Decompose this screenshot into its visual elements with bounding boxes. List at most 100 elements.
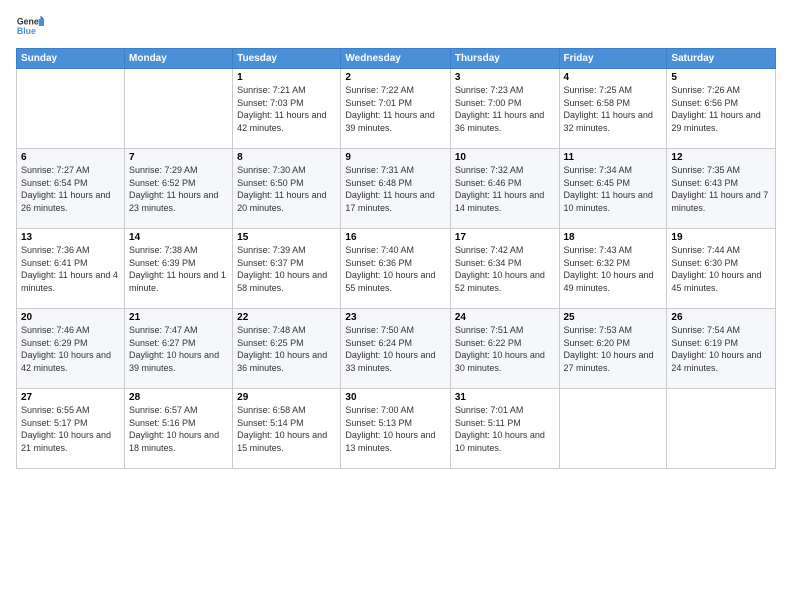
day-info: Sunrise: 7:00 AM <box>345 404 445 417</box>
day-info: Sunset: 6:25 PM <box>237 337 336 350</box>
day-info: Sunrise: 7:29 AM <box>129 164 228 177</box>
day-info: Daylight: 10 hours and 33 minutes. <box>345 349 445 374</box>
day-number: 6 <box>21 152 120 163</box>
day-number: 15 <box>237 232 336 243</box>
day-number: 5 <box>671 72 771 83</box>
day-info: Sunset: 7:01 PM <box>345 97 445 110</box>
day-number: 11 <box>564 152 663 163</box>
day-info: Sunset: 5:14 PM <box>237 417 336 430</box>
day-info: Sunset: 6:29 PM <box>21 337 120 350</box>
day-number: 4 <box>564 72 663 83</box>
day-info: Sunrise: 7:51 AM <box>455 324 555 337</box>
calendar-cell: 5Sunrise: 7:26 AMSunset: 6:56 PMDaylight… <box>667 69 776 149</box>
day-info: Sunrise: 7:31 AM <box>345 164 445 177</box>
day-info: Sunrise: 7:30 AM <box>237 164 336 177</box>
day-number: 2 <box>345 72 445 83</box>
day-number: 31 <box>455 392 555 403</box>
day-info: Sunrise: 7:32 AM <box>455 164 555 177</box>
calendar-cell: 14Sunrise: 7:38 AMSunset: 6:39 PMDayligh… <box>125 229 233 309</box>
day-info: Sunset: 6:39 PM <box>129 257 228 270</box>
day-info: Daylight: 10 hours and 15 minutes. <box>237 429 336 454</box>
day-info: Daylight: 10 hours and 27 minutes. <box>564 349 663 374</box>
day-info: Daylight: 11 hours and 14 minutes. <box>455 189 555 214</box>
day-info: Sunrise: 7:43 AM <box>564 244 663 257</box>
svg-text:Blue: Blue <box>17 26 36 36</box>
calendar-cell: 29Sunrise: 6:58 AMSunset: 5:14 PMDayligh… <box>233 389 341 469</box>
day-info: Sunrise: 7:54 AM <box>671 324 771 337</box>
day-info: Daylight: 10 hours and 10 minutes. <box>455 429 555 454</box>
day-info: Daylight: 10 hours and 24 minutes. <box>671 349 771 374</box>
weekday-header-monday: Monday <box>125 49 233 69</box>
weekday-header-wednesday: Wednesday <box>341 49 450 69</box>
day-number: 12 <box>671 152 771 163</box>
calendar-cell: 2Sunrise: 7:22 AMSunset: 7:01 PMDaylight… <box>341 69 450 149</box>
day-info: Sunrise: 7:38 AM <box>129 244 228 257</box>
day-info: Sunset: 6:27 PM <box>129 337 228 350</box>
calendar-cell: 16Sunrise: 7:40 AMSunset: 6:36 PMDayligh… <box>341 229 450 309</box>
day-info: Sunrise: 7:34 AM <box>564 164 663 177</box>
day-info: Sunrise: 7:36 AM <box>21 244 120 257</box>
day-info: Sunset: 7:03 PM <box>237 97 336 110</box>
day-info: Sunrise: 7:25 AM <box>564 84 663 97</box>
day-info: Sunset: 6:36 PM <box>345 257 445 270</box>
weekday-header-saturday: Saturday <box>667 49 776 69</box>
day-info: Daylight: 10 hours and 45 minutes. <box>671 269 771 294</box>
day-info: Sunset: 7:00 PM <box>455 97 555 110</box>
day-info: Sunset: 6:58 PM <box>564 97 663 110</box>
calendar-cell: 15Sunrise: 7:39 AMSunset: 6:37 PMDayligh… <box>233 229 341 309</box>
calendar-cell: 3Sunrise: 7:23 AMSunset: 7:00 PMDaylight… <box>450 69 559 149</box>
day-info: Sunrise: 6:55 AM <box>21 404 120 417</box>
day-info: Sunset: 5:17 PM <box>21 417 120 430</box>
day-info: Daylight: 11 hours and 17 minutes. <box>345 189 445 214</box>
day-info: Sunset: 6:50 PM <box>237 177 336 190</box>
day-info: Sunset: 6:45 PM <box>564 177 663 190</box>
day-info: Sunrise: 7:48 AM <box>237 324 336 337</box>
logo: General Blue <box>16 12 52 40</box>
day-info: Sunset: 6:43 PM <box>671 177 771 190</box>
day-info: Sunrise: 6:57 AM <box>129 404 228 417</box>
day-info: Daylight: 11 hours and 32 minutes. <box>564 109 663 134</box>
weekday-header-sunday: Sunday <box>17 49 125 69</box>
calendar-cell: 22Sunrise: 7:48 AMSunset: 6:25 PMDayligh… <box>233 309 341 389</box>
calendar-cell <box>667 389 776 469</box>
calendar-cell: 27Sunrise: 6:55 AMSunset: 5:17 PMDayligh… <box>17 389 125 469</box>
day-info: Sunrise: 7:22 AM <box>345 84 445 97</box>
day-info: Daylight: 11 hours and 20 minutes. <box>237 189 336 214</box>
day-number: 13 <box>21 232 120 243</box>
day-number: 17 <box>455 232 555 243</box>
day-info: Sunrise: 7:42 AM <box>455 244 555 257</box>
day-info: Sunrise: 7:01 AM <box>455 404 555 417</box>
weekday-header-friday: Friday <box>559 49 667 69</box>
day-number: 28 <box>129 392 228 403</box>
day-info: Sunset: 6:19 PM <box>671 337 771 350</box>
calendar: SundayMondayTuesdayWednesdayThursdayFrid… <box>16 48 776 469</box>
day-info: Daylight: 11 hours and 39 minutes. <box>345 109 445 134</box>
day-info: Daylight: 10 hours and 36 minutes. <box>237 349 336 374</box>
calendar-cell: 7Sunrise: 7:29 AMSunset: 6:52 PMDaylight… <box>125 149 233 229</box>
day-number: 1 <box>237 72 336 83</box>
day-info: Sunset: 6:34 PM <box>455 257 555 270</box>
day-number: 27 <box>21 392 120 403</box>
day-info: Sunset: 6:37 PM <box>237 257 336 270</box>
day-number: 29 <box>237 392 336 403</box>
day-info: Sunrise: 7:50 AM <box>345 324 445 337</box>
calendar-cell: 26Sunrise: 7:54 AMSunset: 6:19 PMDayligh… <box>667 309 776 389</box>
day-info: Daylight: 11 hours and 7 minutes. <box>671 189 771 214</box>
day-info: Sunset: 6:48 PM <box>345 177 445 190</box>
calendar-cell: 21Sunrise: 7:47 AMSunset: 6:27 PMDayligh… <box>125 309 233 389</box>
day-info: Sunset: 6:41 PM <box>21 257 120 270</box>
day-info: Sunrise: 7:26 AM <box>671 84 771 97</box>
day-number: 8 <box>237 152 336 163</box>
day-info: Daylight: 10 hours and 42 minutes. <box>21 349 120 374</box>
day-info: Sunrise: 7:47 AM <box>129 324 228 337</box>
calendar-cell: 4Sunrise: 7:25 AMSunset: 6:58 PMDaylight… <box>559 69 667 149</box>
day-number: 19 <box>671 232 771 243</box>
day-number: 25 <box>564 312 663 323</box>
day-number: 20 <box>21 312 120 323</box>
day-number: 7 <box>129 152 228 163</box>
day-info: Daylight: 11 hours and 29 minutes. <box>671 109 771 134</box>
day-info: Sunrise: 7:27 AM <box>21 164 120 177</box>
day-info: Sunset: 5:16 PM <box>129 417 228 430</box>
calendar-cell: 11Sunrise: 7:34 AMSunset: 6:45 PMDayligh… <box>559 149 667 229</box>
day-number: 22 <box>237 312 336 323</box>
